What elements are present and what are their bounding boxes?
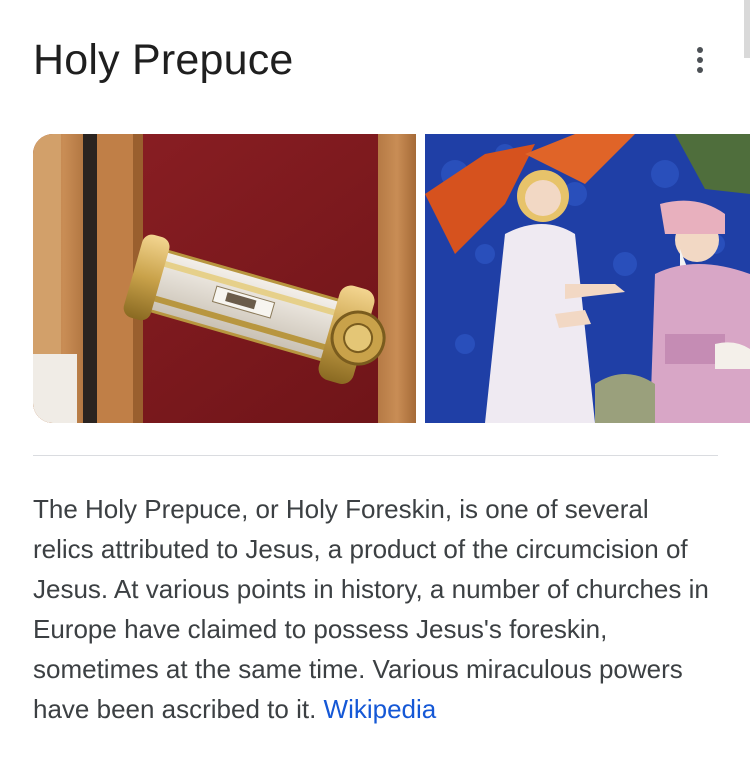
- description: The Holy Prepuce, or Holy Foreskin, is o…: [33, 489, 713, 729]
- manuscript-image[interactable]: [425, 134, 750, 423]
- divider: [33, 455, 718, 456]
- wikipedia-link[interactable]: Wikipedia: [324, 694, 437, 724]
- reliquary-image[interactable]: [33, 134, 416, 423]
- more-options-button[interactable]: [684, 40, 716, 80]
- description-text: The Holy Prepuce, or Holy Foreskin, is o…: [33, 494, 709, 724]
- page-title: Holy Prepuce: [33, 36, 294, 84]
- more-vert-icon-dot: [697, 67, 703, 73]
- more-vert-icon-dot: [697, 57, 703, 63]
- more-vert-icon: [697, 47, 703, 53]
- image-carousel[interactable]: [33, 134, 750, 423]
- scrollbar[interactable]: [744, 0, 750, 58]
